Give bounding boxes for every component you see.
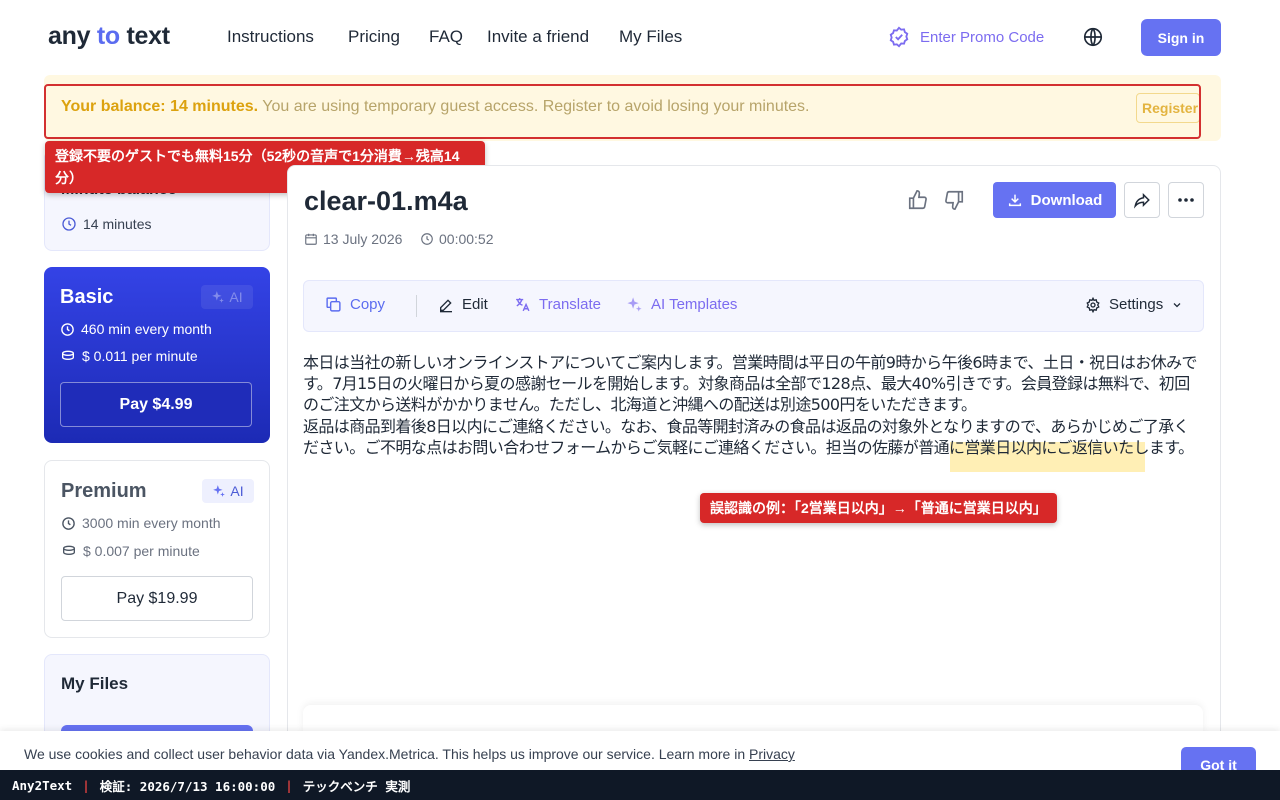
promo-label: Enter Promo Code bbox=[920, 28, 1045, 46]
share-icon bbox=[1133, 192, 1150, 209]
pencil-icon bbox=[440, 298, 452, 312]
plan-minutes: 460 min every month bbox=[81, 321, 212, 337]
file-duration: 00:00:52 bbox=[420, 231, 494, 247]
file-duration-text: 00:00:52 bbox=[439, 231, 494, 247]
settings-dropdown[interactable]: Settings bbox=[1085, 296, 1183, 313]
sparkle-icon bbox=[212, 291, 225, 303]
logo-part-any: any bbox=[48, 22, 91, 50]
ai-badge: AI bbox=[202, 479, 254, 503]
logo[interactable]: any to text bbox=[48, 22, 170, 51]
chevron-down-icon bbox=[1173, 302, 1181, 307]
sparkle-icon bbox=[627, 297, 642, 312]
sign-in-button[interactable]: Sign in bbox=[1141, 19, 1221, 56]
plan-minutes-row: 3000 min every month bbox=[61, 515, 221, 531]
ai-label: AI bbox=[230, 483, 244, 499]
nav-my-files[interactable]: My Files bbox=[619, 27, 682, 47]
my-files-title: My Files bbox=[61, 674, 129, 693]
clock-icon bbox=[421, 233, 433, 245]
share-button[interactable] bbox=[1124, 182, 1160, 218]
pay-basic-button[interactable]: Pay $4.99 bbox=[60, 382, 252, 427]
ai-label: AI bbox=[229, 289, 243, 305]
misrecognition-annotation: 誤認識の例：「2営業日以内」→「普通に営業日以内」 bbox=[700, 493, 1057, 523]
copy-label: Copy bbox=[350, 296, 386, 313]
header: any to text Instructions Pricing FAQ Inv… bbox=[0, 0, 1280, 75]
transcript-paragraph-2[interactable]: 返品は商品到着後8日以内にご連絡ください。なお、食品等開封済みの食品は返品の対象… bbox=[303, 416, 1203, 458]
nav-pricing[interactable]: Pricing bbox=[348, 27, 400, 47]
badge-check-icon bbox=[889, 26, 909, 48]
download-label: Download bbox=[1030, 191, 1103, 209]
privacy-link[interactable]: Privacy bbox=[749, 746, 795, 762]
coins-icon bbox=[62, 350, 74, 361]
ai-badge: AI bbox=[201, 285, 253, 309]
plan-price: $ 0.007 per minute bbox=[83, 543, 200, 559]
file-date-text: 13 July 2026 bbox=[323, 231, 403, 247]
settings-label: Settings bbox=[1109, 296, 1164, 313]
balance-card-value: 14 minutes bbox=[83, 216, 152, 232]
plan-minutes: 3000 min every month bbox=[82, 515, 221, 531]
plan-minutes-row: 460 min every month bbox=[60, 321, 212, 337]
edit-button[interactable]: Edit bbox=[438, 296, 488, 313]
sparkle-icon bbox=[213, 485, 226, 497]
logo-part-to: to bbox=[96, 22, 120, 50]
status-source: テックベンチ 実測 bbox=[302, 778, 411, 794]
pay-premium-button[interactable]: Pay $19.99 bbox=[61, 576, 253, 621]
plan-price: $ 0.011 per minute bbox=[82, 348, 198, 364]
gear-icon bbox=[1086, 296, 1100, 313]
cookie-message: We use cookies and collect user behavior… bbox=[24, 746, 795, 762]
download-button[interactable]: Download bbox=[993, 182, 1116, 218]
balance-card-row: 14 minutes bbox=[61, 216, 151, 232]
transcript-paragraph-1[interactable]: 本日は当社の新しいオンラインストアについてご案内します。営業時間は平日の午前9時… bbox=[303, 352, 1203, 415]
plan-price-row: $ 0.007 per minute bbox=[61, 543, 200, 559]
file-date: 13 July 2026 bbox=[304, 231, 402, 247]
clock-icon bbox=[62, 516, 75, 530]
nav-instructions[interactable]: Instructions bbox=[227, 27, 314, 47]
nav-faq[interactable]: FAQ bbox=[429, 27, 463, 47]
plan-price-row: $ 0.011 per minute bbox=[60, 348, 198, 364]
status-bar: Any2Text | 検証: 2026/7/13 16:00:00 | テックベ… bbox=[0, 770, 1280, 800]
translate-label: Translate bbox=[539, 296, 601, 313]
clock-icon bbox=[61, 322, 74, 336]
plan-title-basic: Basic bbox=[60, 286, 114, 308]
plan-card-premium: Premium AI 3000 min every month $ 0.007 … bbox=[44, 460, 270, 638]
status-separator: | bbox=[82, 777, 90, 793]
thumbs-down-icon[interactable] bbox=[943, 189, 965, 211]
calendar-icon bbox=[305, 233, 317, 245]
translate-icon bbox=[516, 298, 530, 312]
logo-part-text: text bbox=[126, 22, 171, 50]
promo-code-button[interactable]: Enter Promo Code bbox=[888, 26, 1044, 48]
status-separator: | bbox=[285, 777, 293, 793]
file-name: clear-01.m4a bbox=[304, 186, 468, 216]
globe-icon[interactable] bbox=[1082, 26, 1104, 48]
copy-icon bbox=[326, 297, 341, 312]
plan-title-premium: Premium bbox=[61, 480, 147, 502]
download-icon bbox=[1008, 194, 1021, 207]
more-options-button[interactable] bbox=[1168, 182, 1204, 218]
clock-icon bbox=[62, 217, 76, 231]
annotation-outline bbox=[44, 84, 1201, 139]
nav-invite-friend[interactable]: Invite a friend bbox=[487, 27, 589, 47]
toolbar-divider bbox=[416, 295, 417, 317]
file-panel bbox=[287, 165, 1221, 785]
status-verified-time: 検証: 2026/7/13 16:00:00 bbox=[99, 778, 276, 794]
ai-templates-button[interactable]: AI Templates bbox=[626, 296, 737, 313]
plan-card-basic: Basic AI 460 min every month $ 0.011 per… bbox=[44, 267, 270, 443]
status-app-name: Any2Text bbox=[12, 777, 73, 793]
cookie-text: We use cookies and collect user behavior… bbox=[24, 746, 749, 762]
more-icon bbox=[1178, 198, 1194, 202]
thumbs-up-icon[interactable] bbox=[907, 189, 929, 211]
translate-button[interactable]: Translate bbox=[514, 296, 601, 313]
ai-templates-label: AI Templates bbox=[651, 296, 738, 313]
coins-icon bbox=[63, 545, 75, 556]
edit-label: Edit bbox=[462, 296, 488, 313]
copy-button[interactable]: Copy bbox=[325, 296, 385, 313]
